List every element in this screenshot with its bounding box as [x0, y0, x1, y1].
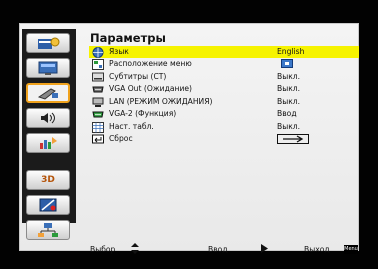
footer-exit-label: Выход	[304, 245, 330, 254]
menu-item-lan[interactable]: LAN (РЕЖИМ ОЖИДАНИЯ) Выкл.	[89, 96, 359, 108]
menu-item-value: English	[277, 47, 305, 56]
lan-icon	[91, 97, 104, 107]
menu-item-value: Выкл.	[277, 122, 301, 131]
menu-item-value: Выкл.	[277, 72, 301, 81]
menu-item-label: Сброс	[109, 134, 133, 143]
audio-icon	[41, 112, 55, 124]
lamp-icon	[39, 198, 57, 212]
menu-item-value: Выкл.	[277, 97, 301, 106]
network-icon	[38, 223, 58, 237]
sidebar-network[interactable]	[26, 220, 70, 240]
3d-icon: 3D	[41, 175, 55, 185]
sidebar-audio[interactable]	[26, 108, 70, 128]
menu-item-vga-out[interactable]: VGA Out (Ожидание) Выкл.	[89, 83, 359, 95]
menu-item-label: Расположение меню	[109, 59, 192, 68]
footer-hints: Выбор Ввод Выход Menu	[90, 243, 360, 258]
footer-select-label: Выбор	[90, 245, 116, 254]
menu-item-value: Выкл.	[277, 84, 301, 93]
menu-item-label: Наст. табл.	[109, 122, 154, 131]
sidebar-lamp[interactable]	[26, 195, 70, 215]
sidebar-display[interactable]	[26, 58, 70, 78]
page-title: Параметры	[90, 31, 166, 45]
vga2-icon	[91, 109, 104, 119]
menu-item-reset[interactable]: Сброс	[89, 133, 359, 145]
sidebar-3d[interactable]: 3D	[26, 170, 70, 190]
display-icon	[38, 61, 58, 75]
vga-out-icon	[91, 84, 104, 94]
menu-item-label: LAN (РЕЖИМ ОЖИДАНИЯ)	[109, 97, 213, 106]
menu-item-subtitles[interactable]: Субтитры (CT) Выкл.	[89, 71, 359, 83]
image-settings-icon	[38, 37, 60, 49]
menu-position-icon	[91, 58, 104, 70]
menu-item-label: Язык	[109, 47, 129, 56]
menu-item-test-pattern[interactable]: Наст. табл. Выкл.	[89, 121, 359, 133]
sidebar-image-settings[interactable]	[26, 33, 70, 53]
up-down-icon	[130, 243, 140, 256]
sidebar-options[interactable]	[26, 133, 70, 153]
reset-enter-icon[interactable]	[277, 134, 309, 144]
menu-item-value: Ввод	[277, 109, 297, 118]
menu-item-label: Субтитры (CT)	[109, 72, 167, 81]
menu-item-language[interactable]: Язык English	[89, 46, 359, 58]
menu-item-label: VGA Out (Ожидание)	[109, 84, 193, 93]
reset-icon	[91, 134, 104, 144]
menu-button-icon: Menu	[344, 245, 358, 254]
menu-item-label: VGA-2 (Функция)	[109, 109, 177, 118]
setup-icon	[37, 88, 58, 100]
options-icon	[40, 137, 57, 149]
subtitles-icon	[91, 72, 104, 82]
menu-position-indicator	[281, 59, 293, 68]
right-arrow-icon	[261, 244, 268, 255]
footer-enter-label: Ввод	[208, 245, 228, 254]
test-pattern-icon	[91, 121, 104, 133]
menu-item-vga2[interactable]: VGA-2 (Функция) Ввод	[89, 108, 359, 120]
sidebar-setup[interactable]	[26, 83, 70, 103]
menu-item-menu-position[interactable]: Расположение меню	[89, 58, 359, 70]
globe-icon	[91, 46, 104, 58]
